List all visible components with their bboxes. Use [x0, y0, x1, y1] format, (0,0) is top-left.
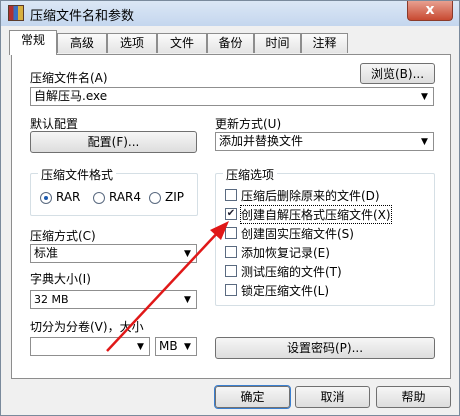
radio-rar4-label: RAR4: [109, 190, 142, 204]
dictionary-size-label: 字典大小(I): [30, 272, 91, 286]
compression-method-select[interactable]: 标准 ▼: [30, 244, 197, 263]
update-mode-value: 添加并替换文件: [219, 134, 304, 148]
delete-after-checkbox[interactable]: [225, 189, 237, 201]
test-archive-checkbox[interactable]: [225, 265, 237, 277]
test-archive-label: 测试压缩的文件(T): [241, 265, 342, 279]
create-solid-label: 创建固实压缩文件(S): [241, 227, 354, 241]
lock-archive-label: 锁定压缩文件(L): [241, 284, 330, 298]
tab-panel-general: 压缩文件名(A) 浏览(B)... 自解压马.exe ▼ 默认配置 配置(F).…: [11, 54, 451, 379]
create-solid-checkbox[interactable]: [225, 227, 237, 239]
recovery-record-checkbox[interactable]: [225, 246, 237, 258]
tab-files[interactable]: 文件: [157, 33, 207, 53]
chevron-down-icon[interactable]: ▼: [179, 291, 196, 308]
compression-options-title: 压缩选项: [223, 166, 278, 183]
window-title: 压缩文件名和参数: [30, 9, 135, 24]
winrar-app-icon: [8, 5, 24, 21]
dictionary-size-value: 32 MB: [34, 293, 69, 306]
browse-button[interactable]: 浏览(B)...: [360, 63, 435, 84]
tab-time[interactable]: 时间: [254, 33, 301, 53]
compression-method-value: 标准: [34, 246, 59, 260]
split-volumes-combo[interactable]: ▼: [30, 337, 150, 356]
create-sfx-label: 创建自解压格式压缩文件(X): [240, 205, 392, 224]
update-mode-select[interactable]: 添加并替换文件 ▼: [215, 132, 434, 151]
cancel-button[interactable]: 取消: [295, 386, 370, 408]
tab-general[interactable]: 常规: [9, 30, 57, 55]
close-button[interactable]: x: [407, 1, 453, 21]
split-unit-value: MB: [159, 339, 178, 353]
profiles-button[interactable]: 配置(F)...: [30, 131, 197, 153]
radio-zip[interactable]: [149, 192, 161, 204]
chevron-down-icon[interactable]: ▼: [416, 133, 433, 150]
radio-rar4[interactable]: [93, 192, 105, 204]
radio-rar-label: RAR: [56, 190, 81, 204]
tab-backup[interactable]: 备份: [207, 33, 254, 53]
radio-zip-label: ZIP: [165, 190, 184, 204]
default-profile-label: 默认配置: [30, 117, 79, 131]
compression-method-label: 压缩方式(C): [30, 229, 96, 243]
create-sfx-checkbox[interactable]: ✔: [225, 208, 237, 220]
update-mode-label: 更新方式(U): [215, 117, 282, 131]
title-bar[interactable]: 压缩文件名和参数 x: [1, 1, 459, 26]
split-volumes-label: 切分为分卷(V)，大小: [30, 320, 144, 334]
chevron-down-icon[interactable]: ▼: [132, 338, 149, 355]
tab-comment[interactable]: 注释: [301, 33, 348, 53]
help-button[interactable]: 帮助: [376, 386, 451, 408]
archive-format-group: 压缩文件格式 RAR RAR4 ZIP: [30, 166, 198, 216]
dictionary-size-select[interactable]: 32 MB ▼: [30, 290, 197, 309]
dialog-window: 压缩文件名和参数 x 常规 高级 选项 文件 备份 时间 注释 压缩文件名(A)…: [0, 0, 460, 416]
lock-archive-checkbox[interactable]: [225, 284, 237, 296]
archive-name-label: 压缩文件名(A): [30, 71, 108, 85]
compression-options-group: 压缩选项 压缩后删除原来的文件(D) ✔ 创建自解压格式压缩文件(X) 创建固实…: [215, 166, 435, 306]
delete-after-label: 压缩后删除原来的文件(D): [241, 189, 380, 203]
chevron-down-icon[interactable]: ▼: [179, 245, 196, 262]
archive-name-value: 自解压马.exe: [34, 89, 108, 103]
tab-options[interactable]: 选项: [107, 33, 157, 53]
tab-advanced[interactable]: 高级: [57, 33, 107, 53]
chevron-down-icon[interactable]: ▼: [179, 338, 196, 355]
archive-format-title: 压缩文件格式: [38, 166, 117, 183]
set-password-button[interactable]: 设置密码(P)...: [215, 337, 435, 359]
ok-button[interactable]: 确定: [214, 385, 291, 409]
chevron-down-icon[interactable]: ▼: [416, 88, 433, 105]
recovery-record-label: 添加恢复记录(E): [241, 246, 330, 260]
archive-name-combo[interactable]: 自解压马.exe ▼: [30, 87, 434, 106]
split-unit-select[interactable]: MB ▼: [155, 337, 197, 356]
radio-rar[interactable]: [40, 192, 52, 204]
